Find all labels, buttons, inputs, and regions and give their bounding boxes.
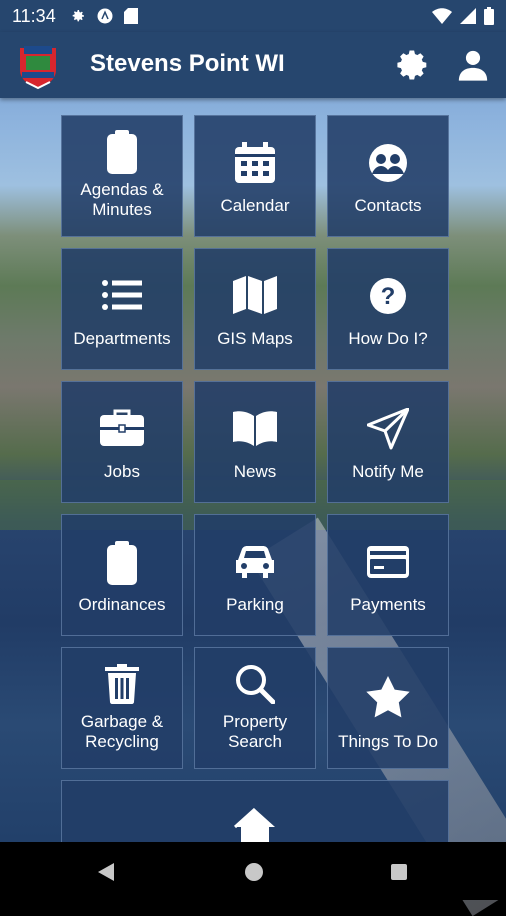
back-icon[interactable] <box>96 862 116 882</box>
tile-calendar[interactable]: Calendar <box>194 115 316 237</box>
tile-parking[interactable]: Parking <box>194 514 316 636</box>
home-nav-icon[interactable] <box>244 862 264 882</box>
user-profile-icon[interactable] <box>456 48 490 82</box>
tile-label: Things To Do <box>338 732 438 751</box>
tile-label: Jobs <box>104 462 140 481</box>
tile-label: Agendas & Minutes <box>80 180 164 219</box>
list-icon <box>102 280 142 310</box>
tile-home[interactable] <box>61 780 449 843</box>
tile-label: Payments <box>350 595 426 614</box>
map-icon <box>233 276 277 314</box>
tile-label: Parking <box>226 595 284 614</box>
tile-garbage-recycling[interactable]: Garbage & Recycling <box>61 647 183 769</box>
tile-label: Garbage & Recycling <box>80 712 164 751</box>
tile-label: How Do I? <box>348 329 428 348</box>
svg-text:?: ? <box>381 283 396 310</box>
battery-icon <box>484 7 494 25</box>
trash-icon <box>105 664 139 704</box>
tile-things-to-do[interactable]: Things To Do <box>327 647 449 769</box>
app-bar: Stevens Point WI <box>0 32 506 98</box>
tile-notify-me[interactable]: Notify Me <box>327 381 449 503</box>
tile-property-search[interactable]: Property Search <box>194 647 316 769</box>
status-time: 11:34 <box>12 5 56 26</box>
wifi-icon <box>432 8 452 24</box>
question-icon: ? <box>370 278 406 314</box>
book-icon <box>233 411 277 446</box>
tile-how-do-i[interactable]: ? How Do I? <box>327 248 449 370</box>
credit-card-icon <box>367 546 409 578</box>
tile-label: Property Search <box>222 712 288 751</box>
recents-icon[interactable] <box>390 863 408 881</box>
tile-label: GIS Maps <box>217 329 293 348</box>
briefcase-icon <box>100 409 144 446</box>
page-title: Stevens Point WI <box>90 50 285 77</box>
star-icon <box>366 676 410 718</box>
tile-label: Contacts <box>354 196 422 215</box>
tile-label: Departments <box>73 329 171 348</box>
tile-departments[interactable]: Departments <box>61 248 183 370</box>
sd-card-icon <box>123 8 138 24</box>
tile-gis-maps[interactable]: GIS Maps <box>194 248 316 370</box>
app-status-icon <box>97 8 113 24</box>
settings-gear-icon[interactable] <box>396 48 430 82</box>
tile-agendas-minutes[interactable]: Agendas & Minutes <box>61 115 183 237</box>
tile-label: News <box>233 462 277 481</box>
tile-ordinances[interactable]: Ordinances <box>61 514 183 636</box>
gear-status-icon <box>72 10 84 22</box>
send-icon <box>367 408 409 450</box>
tile-label: Notify Me <box>352 462 424 481</box>
tile-contacts[interactable]: Contacts <box>327 115 449 237</box>
system-nav-bar <box>0 842 506 900</box>
city-logo <box>20 46 56 90</box>
home-icon <box>233 807 275 843</box>
signal-icon <box>460 8 476 24</box>
clipboard-icon <box>107 541 137 585</box>
car-icon <box>236 546 274 578</box>
tile-label: Ordinances <box>78 595 166 614</box>
search-icon <box>236 665 275 704</box>
status-bar: 11:34 <box>0 0 506 32</box>
tile-news[interactable]: News <box>194 381 316 503</box>
tile-jobs[interactable]: Jobs <box>61 381 183 503</box>
tile-label: Calendar <box>220 196 290 215</box>
contacts-icon <box>369 144 407 182</box>
tile-payments[interactable]: Payments <box>327 514 449 636</box>
clipboard-icon <box>107 130 137 174</box>
calendar-icon <box>235 142 275 183</box>
